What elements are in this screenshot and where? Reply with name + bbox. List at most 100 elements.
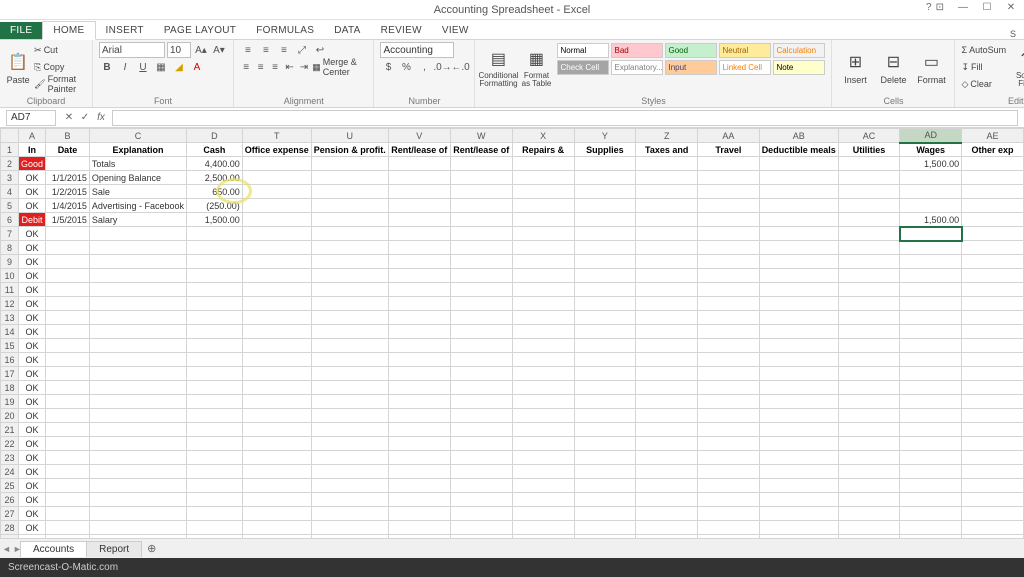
comma-button[interactable]: , [416,59,432,75]
cell[interactable] [838,227,900,241]
cell[interactable] [900,171,962,185]
align-middle-button[interactable]: ≡ [258,42,274,58]
cell[interactable] [759,199,838,213]
cell[interactable]: 1/5/2015 [45,213,89,227]
cell[interactable] [759,255,838,269]
delete-cells-button[interactable]: ⊟Delete [876,42,910,94]
cell[interactable] [311,409,388,423]
cell[interactable] [45,409,89,423]
cell[interactable] [900,437,962,451]
fx-icon[interactable]: fx [94,112,108,123]
cell[interactable]: OK [18,479,45,493]
style-note[interactable]: Note [773,60,825,75]
cell[interactable]: OK [18,437,45,451]
cell[interactable] [698,185,760,199]
cell[interactable] [900,269,962,283]
cell[interactable] [962,353,1024,367]
cell[interactable] [698,507,760,521]
cell[interactable] [45,353,89,367]
cell[interactable] [574,479,636,493]
cell[interactable] [759,311,838,325]
cell[interactable] [636,325,698,339]
cell[interactable] [838,339,900,353]
cell[interactable] [311,339,388,353]
ribbon-display-icon[interactable]: ⊡ [936,2,944,13]
percent-button[interactable]: % [398,59,414,75]
row-header[interactable]: 5 [1,199,19,213]
cell[interactable]: OK [18,199,45,213]
cell[interactable] [512,227,574,241]
cell[interactable] [838,465,900,479]
cell[interactable] [838,157,900,171]
cell[interactable] [759,157,838,171]
col-header-D[interactable]: D [186,129,242,143]
cell[interactable] [186,479,242,493]
formula-input[interactable] [112,110,1018,126]
cell[interactable] [636,521,698,535]
cell[interactable] [450,297,512,311]
cell[interactable] [186,521,242,535]
cell[interactable] [759,339,838,353]
format-cells-button[interactable]: ▭Format [914,42,948,94]
style-check-cell[interactable]: Check Cell [557,60,609,75]
tab-review[interactable]: REVIEW [371,22,432,39]
cell[interactable] [388,381,450,395]
style-good[interactable]: Good [665,43,717,58]
cell[interactable] [89,395,186,409]
cell[interactable] [89,367,186,381]
cell[interactable] [242,311,311,325]
indent-dec-button[interactable]: ⇤ [283,59,295,75]
row-header[interactable]: 1 [1,143,19,157]
border-button[interactable]: ▦ [153,59,169,75]
cell[interactable] [838,241,900,255]
cell[interactable] [759,521,838,535]
cell[interactable] [759,227,838,241]
cell[interactable] [574,465,636,479]
cell[interactable] [900,521,962,535]
cell[interactable] [636,479,698,493]
row-header[interactable]: 2 [1,157,19,171]
cell[interactable]: OK [18,381,45,395]
cell[interactable] [636,465,698,479]
cell[interactable] [698,381,760,395]
cell[interactable] [242,353,311,367]
cell[interactable]: OK [18,465,45,479]
cell[interactable] [45,437,89,451]
cell[interactable]: Cash [186,143,242,157]
cell[interactable] [242,199,311,213]
maximize-button[interactable]: ☐ [978,2,996,13]
cell[interactable] [512,283,574,297]
number-format-select[interactable]: Accounting [380,42,454,58]
cell[interactable] [698,199,760,213]
cell[interactable] [574,437,636,451]
cell[interactable] [838,409,900,423]
cell[interactable] [388,367,450,381]
spreadsheet-grid[interactable]: ABCDTUVWXYZAAABACADAE1InDateExplanationC… [0,128,1024,538]
cell[interactable] [574,171,636,185]
cell[interactable]: OK [18,269,45,283]
cell[interactable] [89,521,186,535]
cell[interactable] [450,507,512,521]
cell[interactable] [838,255,900,269]
cell[interactable] [759,241,838,255]
cell[interactable] [311,367,388,381]
cell[interactable]: OK [18,367,45,381]
autosum-button[interactable]: ΣAutoSum [961,42,1006,58]
cell[interactable] [186,255,242,269]
cell[interactable] [242,381,311,395]
cell[interactable] [388,451,450,465]
cell[interactable]: Advertising - Facebook [89,199,186,213]
underline-button[interactable]: U [135,59,151,75]
cell[interactable] [962,227,1024,241]
cell[interactable] [962,157,1024,171]
cell[interactable] [962,381,1024,395]
cell[interactable] [89,479,186,493]
col-header-AC[interactable]: AC [838,129,900,143]
cell[interactable] [838,199,900,213]
cell[interactable]: (250.00) [186,199,242,213]
cell[interactable] [388,465,450,479]
cell[interactable] [450,465,512,479]
col-header-X[interactable]: X [512,129,574,143]
cell[interactable] [512,213,574,227]
cell[interactable]: OK [18,241,45,255]
